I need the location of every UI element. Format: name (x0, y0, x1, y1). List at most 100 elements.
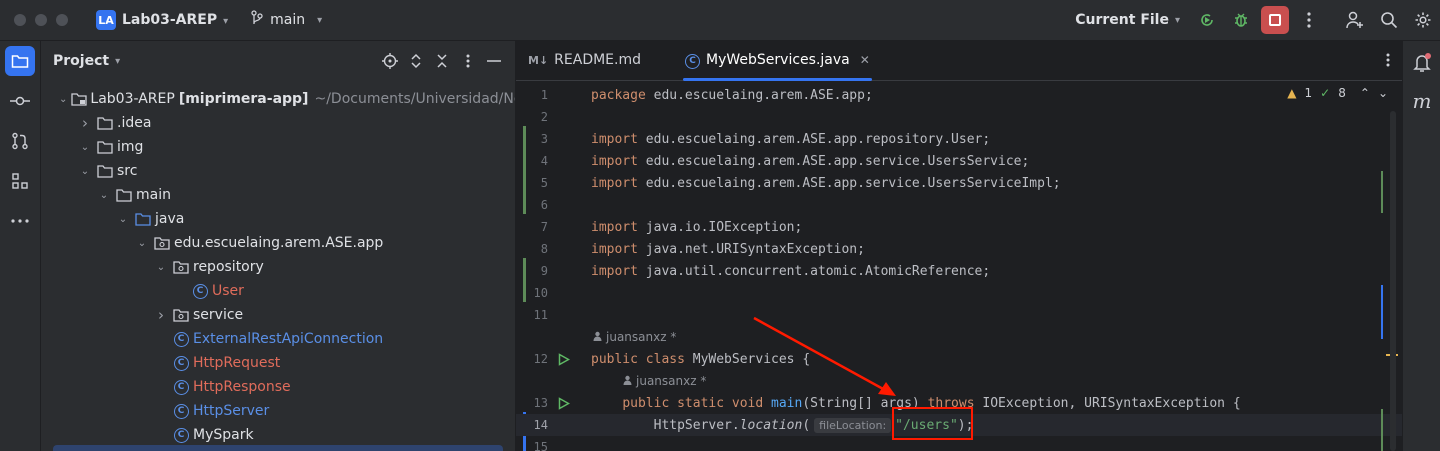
code-line[interactable]: 4 import edu.escuelaing.arem.ASE.app.serv… (516, 150, 1402, 172)
code-text[interactable]: import edu.escuelaing.arem.ASE.app.repos… (588, 132, 990, 147)
run-gutter-icon[interactable] (556, 396, 588, 410)
chevron-down-icon[interactable]: ⌄ (59, 94, 67, 105)
expand-all-button[interactable] (403, 48, 429, 74)
line-number[interactable]: 4 (516, 154, 556, 168)
chevron-down-icon[interactable]: ⌄ (154, 262, 168, 273)
chevron-down-icon[interactable]: ⌄ (78, 166, 92, 177)
line-number[interactable]: 7 (516, 220, 556, 234)
tree-row[interactable]: ⌄ main (41, 183, 515, 207)
tree-row[interactable]: › service (41, 303, 515, 327)
code-line[interactable]: 6 (516, 194, 1402, 216)
line-number[interactable]: 3 (516, 132, 556, 146)
line-number[interactable]: 2 (516, 110, 556, 124)
line-number[interactable]: 5 (516, 176, 556, 190)
editor-scrollbar[interactable] (1390, 111, 1396, 451)
commit-tool-button[interactable] (5, 86, 35, 116)
branch-selector[interactable]: main ▾ (250, 10, 322, 30)
code-text[interactable]: package edu.escuelaing.arem.ASE.app; (588, 88, 873, 103)
line-number[interactable]: 1 (516, 88, 556, 102)
tab-mywebservices[interactable]: C MyWebServices.java ✕ (673, 40, 882, 81)
code-line[interactable]: 1 package edu.escuelaing.arem.ASE.app; (516, 84, 1402, 106)
code-text[interactable]: import edu.escuelaing.arem.ASE.app.servi… (588, 154, 1029, 169)
debug-button[interactable] (1224, 0, 1258, 41)
tree-row[interactable]: C MySpark (41, 423, 515, 447)
more-actions-button[interactable] (1292, 0, 1326, 41)
code-line[interactable]: 7 import java.io.IOException; (516, 216, 1402, 238)
author-hint[interactable]: juansanxz * (593, 326, 676, 348)
locate-file-button[interactable] (377, 48, 403, 74)
settings-button[interactable] (1406, 0, 1440, 41)
project-tool-button[interactable] (5, 46, 35, 76)
tree-row[interactable]: C User (41, 279, 515, 303)
line-number[interactable]: 11 (516, 308, 556, 322)
tree-row[interactable]: ⌄ repository (41, 255, 515, 279)
tree-row[interactable]: C HttpRequest (41, 351, 515, 375)
line-number[interactable]: 12 (516, 352, 556, 366)
project-selector[interactable]: Lab03-AREP ▾ (122, 12, 228, 28)
close-icon[interactable]: ✕ (860, 53, 870, 67)
chevron-right-icon[interactable]: › (78, 114, 92, 132)
line-number[interactable]: 13 (516, 396, 556, 410)
code-line[interactable]: 8 import java.net.URISyntaxException; (516, 238, 1402, 260)
panel-options-button[interactable] (455, 48, 481, 74)
chevron-down-icon[interactable]: ⌄ (116, 214, 130, 225)
tree-row[interactable]: C HttpServer (41, 399, 515, 423)
tree-row[interactable]: › .idea (41, 111, 515, 135)
line-number[interactable]: 15 (516, 440, 556, 451)
tree-row[interactable]: ⌄ java (41, 207, 515, 231)
hide-panel-button[interactable] (481, 48, 507, 74)
tree-row[interactable]: C HttpResponse (41, 375, 515, 399)
code-text[interactable]: import edu.escuelaing.arem.ASE.app.servi… (588, 176, 1061, 191)
structure-tool-button[interactable] (5, 166, 35, 196)
code-line[interactable]: 9 import java.util.concurrent.atomic.Atom… (516, 260, 1402, 282)
code-line[interactable]: 10 (516, 282, 1402, 304)
code-line[interactable]: 11 (516, 304, 1402, 326)
code-line[interactable]: 2 (516, 106, 1402, 128)
code-text[interactable]: import java.io.IOException; (588, 220, 802, 235)
code-line[interactable]: 3 import edu.escuelaing.arem.ASE.app.repo… (516, 128, 1402, 150)
pull-requests-tool-button[interactable] (5, 126, 35, 156)
code-text[interactable]: import java.util.concurrent.atomic.Atomi… (588, 264, 990, 279)
chevron-up-icon[interactable]: ⌃ (1360, 86, 1370, 100)
chevron-down-icon[interactable]: ⌄ (78, 142, 92, 153)
minimize-window-button[interactable] (35, 14, 47, 26)
tree-row[interactable]: ⌄ edu.escuelaing.arem.ASE.app (41, 231, 515, 255)
project-panel-title[interactable]: Project (53, 53, 109, 69)
author-hint[interactable]: juansanxz * (623, 370, 706, 392)
tabs-more-button[interactable] (1386, 53, 1390, 71)
tab-readme[interactable]: M↓ README.md (516, 40, 653, 80)
chevron-right-icon[interactable]: › (154, 306, 168, 324)
chevron-down-icon[interactable]: ⌄ (135, 238, 149, 249)
code-with-me-button[interactable] (1338, 0, 1372, 41)
code-area[interactable]: 1 package edu.escuelaing.arem.ASE.app; 2 3 i… (516, 82, 1402, 451)
code-text[interactable]: import java.net.URISyntaxException; (588, 242, 865, 257)
collapse-all-button[interactable] (429, 48, 455, 74)
m-plugin-button[interactable]: m (1403, 82, 1440, 120)
tree-row[interactable]: C ExternalRestApiConnection (41, 327, 515, 351)
zoom-window-button[interactable] (56, 14, 68, 26)
line-number[interactable]: 6 (516, 198, 556, 212)
search-everywhere-button[interactable] (1372, 0, 1406, 41)
selected-tree-row[interactable] (53, 445, 503, 451)
tree-row[interactable]: ⌄ src (41, 159, 515, 183)
project-badge[interactable]: LA (96, 10, 116, 30)
line-number[interactable]: 8 (516, 242, 556, 256)
close-window-button[interactable] (14, 14, 26, 26)
chevron-down-icon[interactable]: ⌄ (1378, 86, 1388, 100)
tree-row[interactable]: ⌄ Lab03-AREP [miprimera-app] ~/Documents/Un… (41, 87, 515, 111)
line-number[interactable]: 9 (516, 264, 556, 278)
run-config-selector[interactable]: Current File ▾ (1075, 12, 1180, 28)
chevron-down-icon[interactable]: ▾ (115, 56, 120, 67)
stop-button[interactable] (1258, 0, 1292, 41)
more-tools-button[interactable] (5, 206, 35, 236)
tree-row[interactable]: ⌄ img (41, 135, 515, 159)
line-number[interactable]: 14 (516, 418, 556, 432)
inspection-widget[interactable]: ▲ 1 ✓ 8 ⌃ ⌄ (1287, 86, 1388, 100)
run-coverage-button[interactable] (1190, 0, 1224, 41)
code-line[interactable]: 5 import edu.escuelaing.arem.ASE.app.serv… (516, 172, 1402, 194)
run-gutter-icon[interactable] (556, 352, 588, 366)
notifications-button[interactable] (1403, 44, 1440, 82)
line-number[interactable]: 10 (516, 286, 556, 300)
chevron-down-icon[interactable]: ⌄ (97, 190, 111, 201)
code-line[interactable]: 12 public class MyWebServices { (516, 348, 1402, 370)
